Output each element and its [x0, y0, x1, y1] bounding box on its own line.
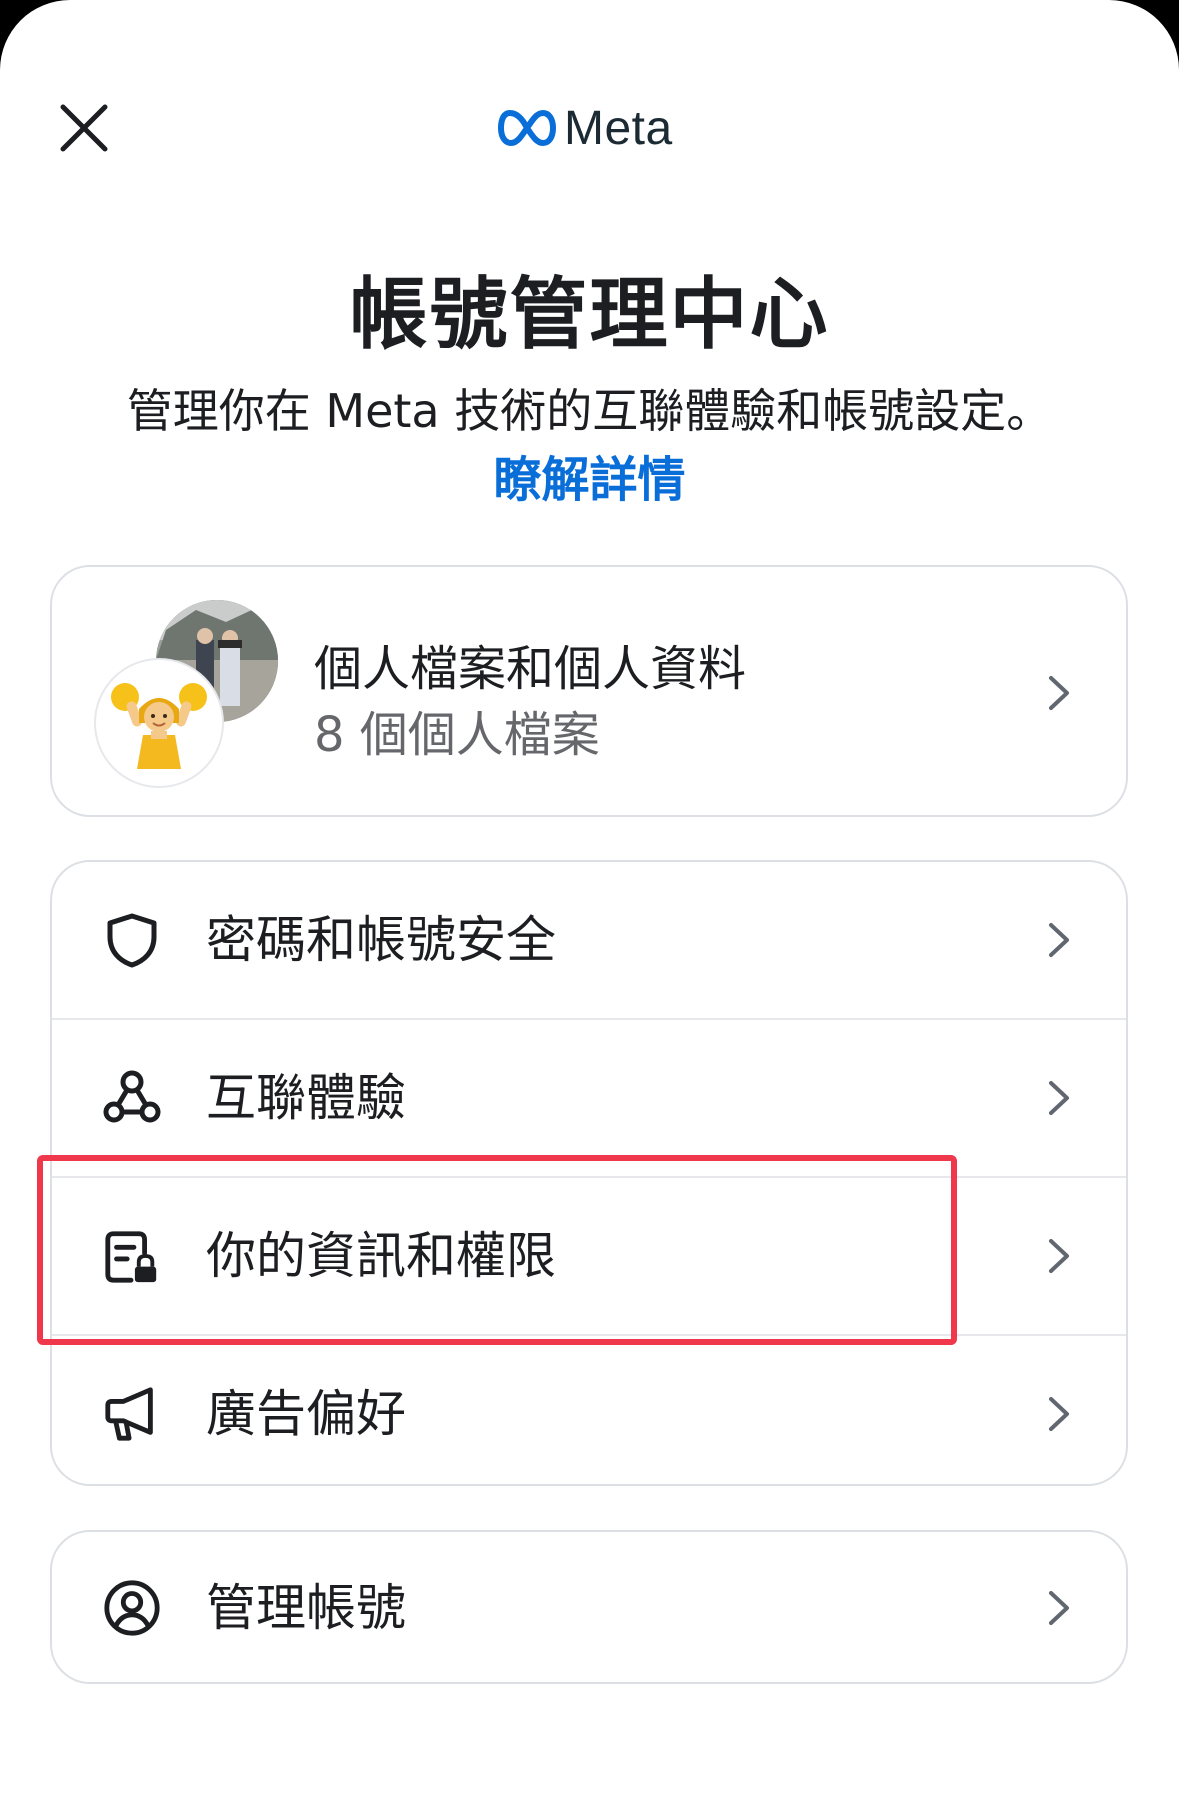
accounts-center-sheet: Meta 帳號管理中心 管理你在 Meta 技術的互聯體驗和帳號設定。 瞭解詳情: [0, 0, 1179, 1798]
settings-row-label: 互聯體驗: [206, 1069, 406, 1127]
chevron-right-icon: [1049, 923, 1069, 957]
manage-accounts-row[interactable]: 管理帳號: [52, 1532, 1126, 1682]
person-circle-icon: [102, 1578, 162, 1638]
meta-wordmark: Meta: [564, 101, 673, 155]
document-lock-icon: [102, 1226, 162, 1286]
profiles-and-personal-details-row[interactable]: 個人檔案和個人資料 8 個個人檔案: [52, 567, 1126, 815]
settings-row-connected-experiences[interactable]: 互聯體驗: [52, 1020, 1126, 1176]
emoji-avatar: [96, 660, 222, 786]
close-button[interactable]: [56, 100, 112, 156]
chevron-right-icon: [1049, 1239, 1069, 1273]
manage-accounts-label: 管理帳號: [206, 1579, 406, 1637]
connected-nodes-icon: [102, 1068, 162, 1128]
settings-row-ad-preferences[interactable]: 廣告偏好: [52, 1336, 1126, 1484]
settings-row-label: 廣告偏好: [206, 1385, 406, 1443]
cheerleader-emoji-icon: [111, 683, 207, 769]
settings-card: 密碼和帳號安全 互聯體驗 你的資訊和權限 廣告偏好: [50, 860, 1128, 1486]
learn-more-link[interactable]: 瞭解詳情: [0, 440, 1179, 510]
chevron-right-icon: [1049, 1591, 1069, 1625]
settings-row-label: 你的資訊和權限: [206, 1227, 556, 1285]
close-icon: [60, 104, 108, 152]
meta-infinity-icon: [498, 110, 556, 146]
chevron-right-icon: [1049, 676, 1069, 710]
settings-row-your-information[interactable]: 你的資訊和權限: [52, 1178, 1126, 1334]
chevron-right-icon: [1049, 1081, 1069, 1115]
meta-logo: Meta: [498, 100, 673, 156]
profiles-count: 8 個個人檔案: [314, 707, 600, 763]
settings-row-security[interactable]: 密碼和帳號安全: [52, 862, 1126, 1018]
settings-row-label: 密碼和帳號安全: [206, 911, 556, 969]
profiles-card: 個人檔案和個人資料 8 個個人檔案: [50, 565, 1128, 817]
page-title: 帳號管理中心: [349, 270, 830, 360]
shield-icon: [102, 910, 162, 970]
chevron-right-icon: [1049, 1397, 1069, 1431]
megaphone-icon: [102, 1384, 162, 1444]
manage-accounts-card: 管理帳號: [50, 1530, 1128, 1684]
profiles-title: 個人檔案和個人資料: [314, 641, 747, 697]
page-subtitle: 管理你在 Meta 技術的互聯體驗和帳號設定。: [126, 384, 1053, 438]
